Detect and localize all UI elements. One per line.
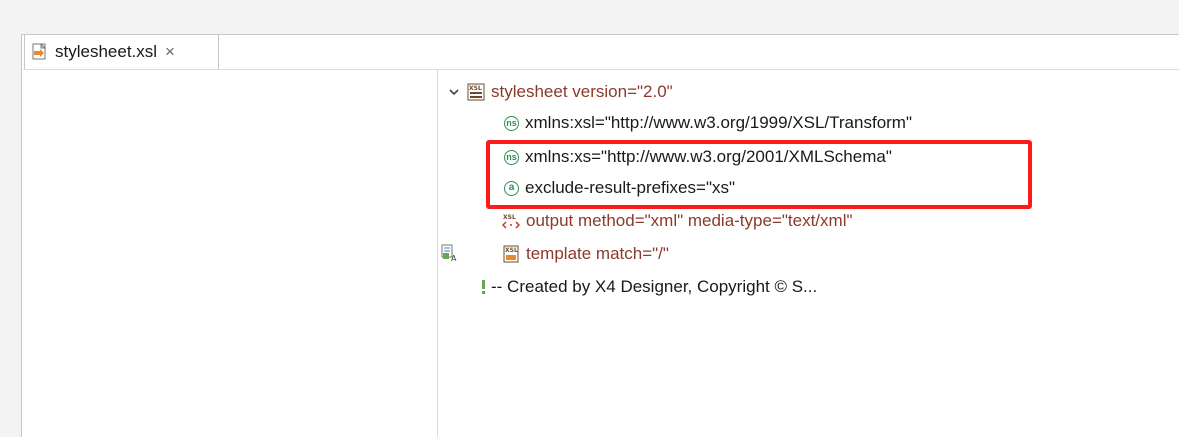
- tab-label: stylesheet.xsl: [55, 42, 158, 61]
- namespace-icon: ns: [504, 115, 519, 131]
- tree-node-output[interactable]: XSL output method="xml" media-type="text…: [502, 207, 853, 235]
- tree-node-comment[interactable]: -- Created by X4 Designer, Copyright © S…: [479, 273, 817, 301]
- highlight-box: [486, 140, 1032, 209]
- svg-text:A: A: [451, 254, 457, 262]
- stylesheet-element-label: stylesheet version="2.0": [491, 82, 673, 101]
- xsl-stylesheet-icon: XSL: [467, 83, 485, 101]
- xsl-template-icon: XSL: [503, 245, 519, 263]
- attribute-label: xmlns:xsl="http://www.w3.org/1999/XSL/Tr…: [525, 113, 912, 132]
- comment-icon: [482, 280, 485, 294]
- svg-text:XSL: XSL: [469, 85, 482, 92]
- tab-stylesheet-xsl[interactable]: stylesheet.xsl ×: [24, 34, 219, 69]
- output-element-label: output method="xml" media-type="text/xml…: [526, 211, 853, 230]
- tree-node-template[interactable]: XSL template match="/": [502, 240, 669, 268]
- top-toolbar-area: [0, 0, 1179, 34]
- left-panel-edge: [0, 34, 22, 437]
- xsl-output-icon: XSL: [502, 214, 520, 229]
- template-marker-icon: A: [441, 244, 457, 262]
- svg-text:XSL: XSL: [505, 247, 518, 254]
- close-icon[interactable]: ×: [165, 42, 175, 62]
- svg-text:XSL: XSL: [503, 214, 516, 221]
- template-element-label: template match="/": [526, 244, 669, 263]
- tree-attr-xmlns-xsl[interactable]: ns xmlns:xsl="http://www.w3.org/1999/XSL…: [504, 109, 912, 137]
- pane-divider[interactable]: [437, 69, 438, 437]
- comment-label: -- Created by X4 Designer, Copyright © S…: [491, 277, 818, 296]
- tree-node-stylesheet[interactable]: XSL stylesheet version="2.0": [447, 78, 673, 106]
- xsl-file-icon: [32, 43, 47, 60]
- chevron-down-icon[interactable]: [447, 85, 461, 99]
